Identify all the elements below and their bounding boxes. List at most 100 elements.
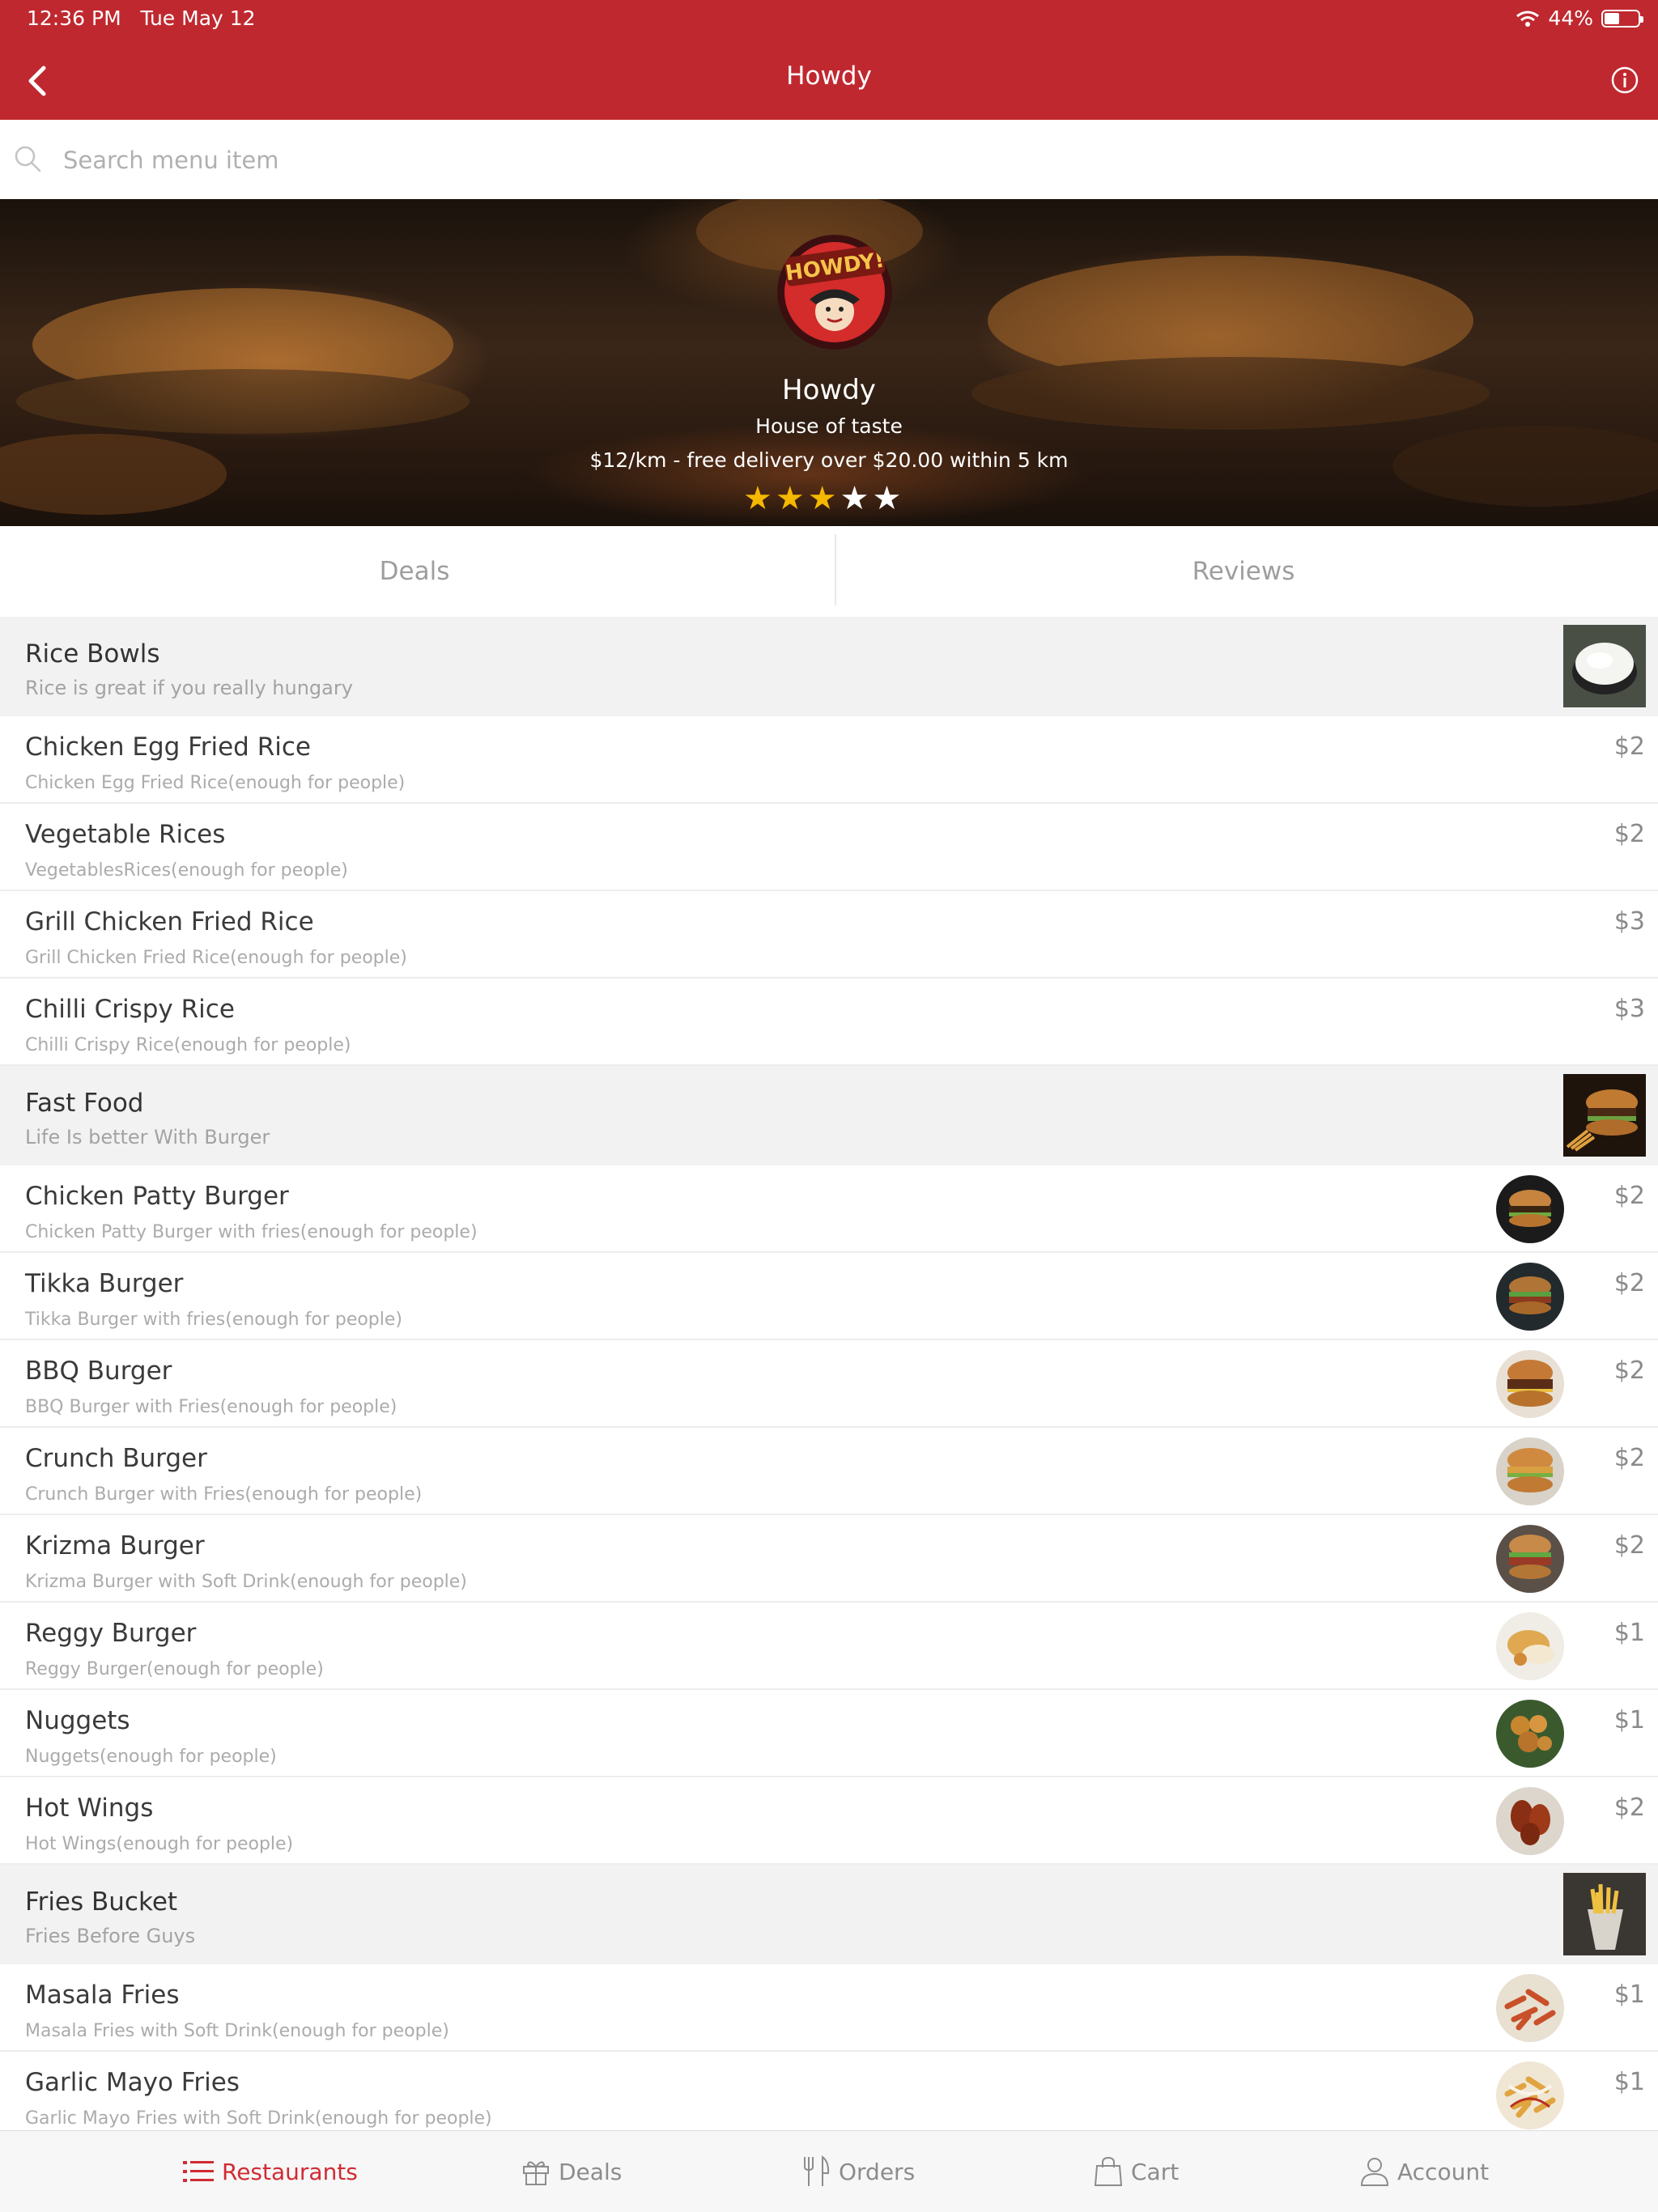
item-name: Hot Wings (25, 1794, 154, 1823)
item-description: VegetablesRices(enough for people) (25, 860, 348, 881)
menu-item[interactable]: Vegetable Rices VegetablesRices(enough f… (0, 804, 1658, 891)
item-description: Crunch Burger with Fries(enough for peop… (25, 1484, 423, 1505)
restaurant-tabs: Deals Reviews (0, 526, 1658, 618)
category-image (1563, 1074, 1646, 1157)
item-description: Nuggets(enough for people) (25, 1747, 277, 1767)
tab-label: Cart (1131, 2158, 1180, 2185)
item-price: $2 (1613, 1531, 1645, 1560)
item-name: BBQ Burger (25, 1356, 172, 1386)
star-empty-icon: ★ (872, 480, 902, 517)
menu-item[interactable]: Crunch Burger Crunch Burger with Fries(e… (0, 1428, 1658, 1515)
tab-reviews[interactable]: Reviews (829, 526, 1658, 617)
info-icon (1611, 66, 1639, 94)
category-title: Fast Food (25, 1089, 144, 1118)
tab-label: Restaurants (222, 2158, 358, 2185)
category-fries-bucket[interactable]: Fries Bucket Fries Before Guys (0, 1865, 1658, 1964)
category-title: Rice Bowls (25, 639, 160, 669)
item-price: $1 (1613, 1619, 1645, 1647)
tab-account[interactable]: Account (1360, 2131, 1489, 2212)
category-image (1563, 625, 1646, 707)
item-name: Crunch Burger (25, 1444, 207, 1473)
tab-restaurants[interactable]: Restaurants (183, 2131, 358, 2212)
status-time: 12:36 PM Tue May 12 (27, 6, 256, 30)
item-name: Krizma Burger (25, 1531, 205, 1560)
item-description: Garlic Mayo Fries with Soft Drink(enough… (25, 2108, 492, 2129)
item-description: Krizma Burger with Soft Drink(enough for… (25, 1572, 467, 1592)
item-image (1496, 1175, 1564, 1243)
item-description: Chicken Egg Fried Rice(enough for people… (25, 773, 406, 793)
star-empty-icon: ★ (840, 480, 869, 517)
app-header: 12:36 PM Tue May 12 44% Howdy (0, 0, 1658, 120)
menu-item[interactable]: Chilli Crispy Rice Chilli Crispy Rice(en… (0, 979, 1658, 1066)
menu-item[interactable]: Grill Chicken Fried Rice Grill Chicken F… (0, 891, 1658, 979)
bag-icon (1094, 2156, 1123, 2186)
search-input[interactable] (62, 136, 1603, 185)
menu-item[interactable]: Chicken Egg Fried Rice Chicken Egg Fried… (0, 716, 1658, 804)
restaurant-tagline: House of taste (755, 414, 903, 438)
utensils-icon (804, 2155, 830, 2186)
item-price: $2 (1613, 1794, 1645, 1822)
category-rice-bowls[interactable]: Rice Bowls Rice is great if you really h… (0, 617, 1658, 716)
menu-item[interactable]: Krizma Burger Krizma Burger with Soft Dr… (0, 1515, 1658, 1603)
star-filled-icon: ★ (807, 480, 837, 517)
category-title: Fries Bucket (25, 1887, 178, 1917)
item-image (1496, 1974, 1564, 2042)
item-price: $2 (1613, 1444, 1645, 1472)
tab-label: Orders (839, 2158, 916, 2185)
item-price: $1 (1613, 1981, 1645, 2009)
info-button[interactable] (1609, 65, 1640, 96)
menu-item[interactable]: Garlic Mayo Fries Garlic Mayo Fries with… (0, 2052, 1658, 2139)
item-price: $3 (1613, 907, 1645, 936)
item-image (1496, 1437, 1564, 1505)
battery-fill (1605, 12, 1619, 24)
restaurant-logo: HOWDY! (777, 235, 892, 350)
item-name: Garlic Mayo Fries (25, 2068, 240, 2097)
item-price: $1 (1613, 1706, 1645, 1734)
status-clock: 12:36 PM (27, 6, 121, 30)
person-icon (1360, 2158, 1389, 2186)
tab-deals[interactable]: Deals (0, 526, 829, 617)
item-name: Chicken Egg Fried Rice (25, 732, 311, 762)
category-fast-food[interactable]: Fast Food Life Is better With Burger (0, 1066, 1658, 1165)
status-indicators: 44% (1516, 6, 1643, 30)
tab-orders[interactable]: Orders (801, 2131, 915, 2212)
status-date: Tue May 12 (140, 6, 256, 30)
category-subtitle: Rice is great if you really hungary (25, 677, 353, 699)
item-name: Grill Chicken Fried Rice (25, 907, 314, 936)
list-icon (183, 2161, 214, 2182)
menu-item[interactable]: BBQ Burger BBQ Burger with Fries(enough … (0, 1340, 1658, 1428)
page-title: Howdy (786, 62, 872, 91)
item-price: $2 (1613, 1182, 1645, 1210)
item-description: Hot Wings(enough for people) (25, 1834, 294, 1854)
item-name: Chicken Patty Burger (25, 1182, 289, 1211)
item-description: BBQ Burger with Fries(enough for people) (25, 1397, 397, 1417)
star-filled-icon: ★ (775, 480, 805, 517)
item-price: $2 (1613, 1356, 1645, 1385)
menu-item[interactable]: Reggy Burger Reggy Burger(enough for peo… (0, 1603, 1658, 1690)
menu-item[interactable]: Masala Fries Masala Fries with Soft Drin… (0, 1964, 1658, 2052)
item-description: Chilli Crispy Rice(enough for people) (25, 1035, 351, 1055)
item-description: Tikka Burger with fries(enough for peopl… (25, 1310, 403, 1330)
item-name: Masala Fries (25, 1981, 180, 2010)
menu-item[interactable]: Chicken Patty Burger Chicken Patty Burge… (0, 1165, 1658, 1253)
bottom-tab-bar: Restaurants Deals Orders Cart Account (0, 2130, 1658, 2212)
item-image (1496, 1350, 1564, 1418)
tab-cart[interactable]: Cart (1094, 2131, 1179, 2212)
item-description: Chicken Patty Burger with fries(enough f… (25, 1222, 478, 1242)
item-image (1496, 1612, 1564, 1680)
menu-item[interactable]: Tikka Burger Tikka Burger with fries(eno… (0, 1253, 1658, 1340)
item-name: Nuggets (25, 1706, 130, 1735)
item-price: $3 (1613, 995, 1645, 1023)
category-subtitle: Life Is better With Burger (25, 1126, 270, 1148)
star-filled-icon: ★ (743, 480, 772, 517)
menu-item[interactable]: Hot Wings Hot Wings(enough for people) $… (0, 1777, 1658, 1865)
rating-stars: ★ ★ ★ ★ ★ (743, 479, 901, 518)
item-image (1496, 1525, 1564, 1593)
tab-deals-nav[interactable]: Deals (521, 2131, 622, 2212)
item-price: $2 (1613, 820, 1645, 848)
item-description: Reggy Burger(enough for people) (25, 1659, 324, 1679)
item-image (1496, 1787, 1564, 1855)
delivery-info: $12/km - free delivery over $20.00 withi… (589, 448, 1069, 472)
menu-item[interactable]: Nuggets Nuggets(enough for people) $1 (0, 1690, 1658, 1777)
item-name: Vegetable Rices (25, 820, 226, 849)
